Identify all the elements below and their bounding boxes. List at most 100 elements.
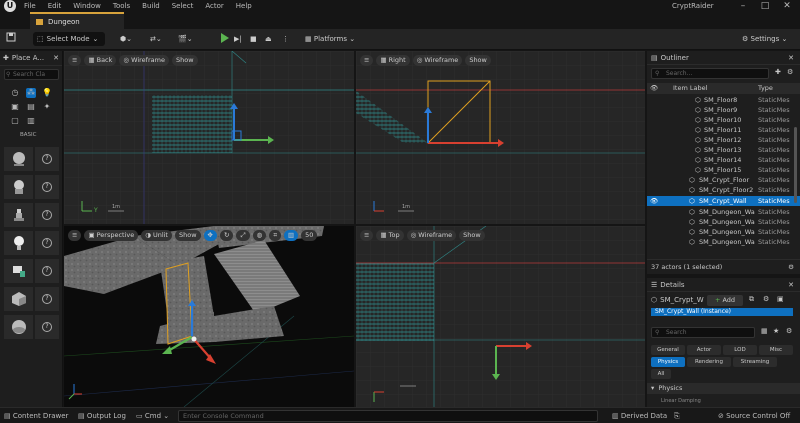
cinematic-category-icon[interactable]: ▤: [26, 102, 36, 112]
outliner-row[interactable]: ⬡ SM_Dungeon_Wa StaticMes: [647, 217, 800, 227]
surface-snap-icon[interactable]: ⌗: [269, 230, 281, 241]
perspective-mode-button[interactable]: ◑ Unlit: [141, 230, 172, 241]
help-icon[interactable]: ?: [42, 210, 52, 220]
right-view-button[interactable]: ▦ Right: [376, 55, 410, 66]
translate-tool-icon[interactable]: ✥: [203, 230, 217, 241]
filter-tab-physics[interactable]: Physics: [651, 357, 685, 367]
view-options-icon[interactable]: ⚙: [788, 260, 794, 274]
content-drawer-button[interactable]: ▤ Content Drawer: [4, 410, 68, 422]
item-label-column[interactable]: Item Label: [673, 83, 707, 94]
help-icon[interactable]: ?: [42, 266, 52, 276]
viewport-back[interactable]: ≡ ▦ Back ◎ Wireframe Show Y 1m: [64, 51, 354, 224]
add-component-button[interactable]: + Add: [707, 295, 743, 306]
filter-tab-all[interactable]: All: [651, 369, 671, 379]
edit-blueprint-icon[interactable]: ⚙: [763, 295, 769, 303]
close-icon[interactable]: ✕: [788, 281, 794, 289]
perspective-show-button[interactable]: Show: [174, 230, 201, 241]
eye-icon[interactable]: 👁: [650, 196, 658, 206]
back-mode-button[interactable]: ◎ Wireframe: [119, 55, 169, 66]
more-options-icon[interactable]: ⋮: [282, 32, 289, 46]
cinematics-icon[interactable]: 🎬⌄: [178, 32, 193, 46]
menu-file[interactable]: File: [24, 2, 36, 10]
camera-speed-field[interactable]: 50: [301, 230, 318, 241]
close-icon[interactable]: ✕: [788, 54, 794, 62]
filter-tab-actor[interactable]: Actor: [687, 345, 721, 355]
blueprint-icon[interactable]: ⧉: [749, 295, 754, 304]
details-title[interactable]: Details: [660, 281, 684, 289]
outliner-row[interactable]: ⬡ SM_Dungeon_Wa StaticMes: [647, 207, 800, 217]
outliner-row[interactable]: ⬡ SM_Floor15 StaticMes: [647, 165, 800, 175]
stop-icon[interactable]: ■: [250, 32, 257, 46]
viewport-menu-icon[interactable]: ≡: [68, 55, 82, 66]
outliner-row-selected[interactable]: 👁 ⬡ SM_Crypt_Wall StaticMes: [647, 196, 800, 206]
output-log-button[interactable]: ▤ Output Log: [78, 410, 126, 422]
outliner-row[interactable]: ⬡ SM_Floor11 StaticMes: [647, 125, 800, 135]
menu-help[interactable]: Help: [236, 2, 252, 10]
outliner-row[interactable]: ⬡ SM_Crypt_Floor StaticMes: [647, 175, 800, 185]
outliner-row[interactable]: ⬡ SM_Dungeon_Wa StaticMes: [647, 227, 800, 237]
top-view-button[interactable]: ▦ Top: [376, 230, 404, 241]
outliner-search[interactable]: ⚲ Search...: [651, 68, 769, 79]
add-content-icon[interactable]: ⬢⌄: [120, 32, 132, 46]
actor-item-cube[interactable]: ?: [4, 287, 59, 311]
outliner-row[interactable]: ⬡ SM_Floor14 StaticMes: [647, 155, 800, 165]
outliner-row[interactable]: ⬡ SM_Floor12 StaticMes: [647, 135, 800, 145]
unreal-logo-icon[interactable]: U: [4, 0, 16, 12]
viewport-menu-icon[interactable]: ≡: [360, 55, 374, 66]
menu-select[interactable]: Select: [172, 2, 194, 10]
menu-build[interactable]: Build: [142, 2, 160, 10]
actor-item-empty[interactable]: ?: [4, 147, 59, 171]
shapes-category-icon[interactable]: ▣: [10, 102, 20, 112]
menu-tools[interactable]: Tools: [113, 2, 130, 10]
actor-item-pawn[interactable]: ?: [4, 203, 59, 227]
outliner-row[interactable]: ⬡ SM_Floor10 StaticMes: [647, 115, 800, 125]
actor-item-point-light[interactable]: ?: [4, 231, 59, 255]
scale-tool-icon[interactable]: ⤢: [236, 230, 250, 241]
component-instance-row[interactable]: SM_Crypt_Wall (Instance): [651, 308, 793, 316]
maximize-icon[interactable]: □: [754, 0, 776, 12]
details-search[interactable]: ⚲ Search: [651, 327, 755, 338]
history-icon[interactable]: ⎘: [674, 410, 680, 422]
add-filter-icon[interactable]: ✚: [775, 68, 781, 76]
source-control-button[interactable]: ⊘ Source Control Off: [718, 410, 790, 422]
gear-icon[interactable]: ⚙: [787, 68, 793, 76]
place-actors-search[interactable]: ⚲ Search Cla: [4, 69, 59, 80]
outliner-row[interactable]: ⬡ SM_Dungeon_Wa StaticMes: [647, 237, 800, 247]
basic-category-icon[interactable]: ⁂: [26, 88, 36, 98]
actor-name[interactable]: SM_Crypt_W: [660, 296, 704, 304]
close-icon[interactable]: ✕: [53, 54, 59, 62]
actor-item-player-start[interactable]: ?: [4, 259, 59, 283]
viewport-right[interactable]: ≡ ▦ Right ◎ Wireframe Show 1m: [356, 51, 645, 224]
save-icon[interactable]: [6, 32, 18, 46]
platforms-button[interactable]: ▦ Platforms ⌄: [305, 32, 355, 46]
help-icon[interactable]: ?: [42, 182, 52, 192]
select-mode-dropdown[interactable]: ⬚ Select Mode ⌄: [33, 32, 105, 46]
property-matrix-icon[interactable]: ▦: [761, 327, 768, 335]
type-column[interactable]: Type: [758, 83, 773, 94]
filter-tab-streaming[interactable]: Streaming: [733, 357, 777, 367]
top-mode-button[interactable]: ◎ Wireframe: [406, 230, 457, 241]
gear-icon[interactable]: ⚙: [786, 327, 792, 335]
outliner-row[interactable]: ⬡ SM_Floor13 StaticMes: [647, 145, 800, 155]
all-classes-icon[interactable]: ▥: [26, 116, 36, 126]
help-icon[interactable]: ?: [42, 322, 52, 332]
menu-actor[interactable]: Actor: [205, 2, 223, 10]
visual-effects-icon[interactable]: ✦: [42, 102, 52, 112]
physics-section-header[interactable]: ▾ Physics: [647, 383, 800, 394]
eject-icon[interactable]: ⏏: [265, 32, 272, 46]
derived-data-button[interactable]: ▥ Derived Data: [612, 410, 667, 422]
recent-icon[interactable]: ◷: [10, 88, 20, 98]
viewport-menu-icon[interactable]: ≡: [68, 230, 82, 241]
lights-category-icon[interactable]: 💡: [42, 88, 52, 98]
outliner-row[interactable]: ⬡ SM_Floor8 StaticMes: [647, 95, 800, 105]
play-button[interactable]: [220, 32, 230, 46]
filter-tab-lod[interactable]: LOD: [723, 345, 757, 355]
place-actors-title[interactable]: Place A...: [12, 54, 44, 62]
outliner-row[interactable]: ⬡ SM_Floor9 StaticMes: [647, 105, 800, 115]
viewport-top[interactable]: ≡ ▦ Top ◎ Wireframe Show: [356, 226, 645, 407]
outliner-scrollbar[interactable]: [794, 127, 797, 203]
right-show-button[interactable]: Show: [465, 55, 491, 66]
minimize-icon[interactable]: –: [732, 0, 754, 12]
right-mode-button[interactable]: ◎ Wireframe: [412, 55, 463, 66]
outliner-title[interactable]: Outliner: [661, 54, 689, 62]
